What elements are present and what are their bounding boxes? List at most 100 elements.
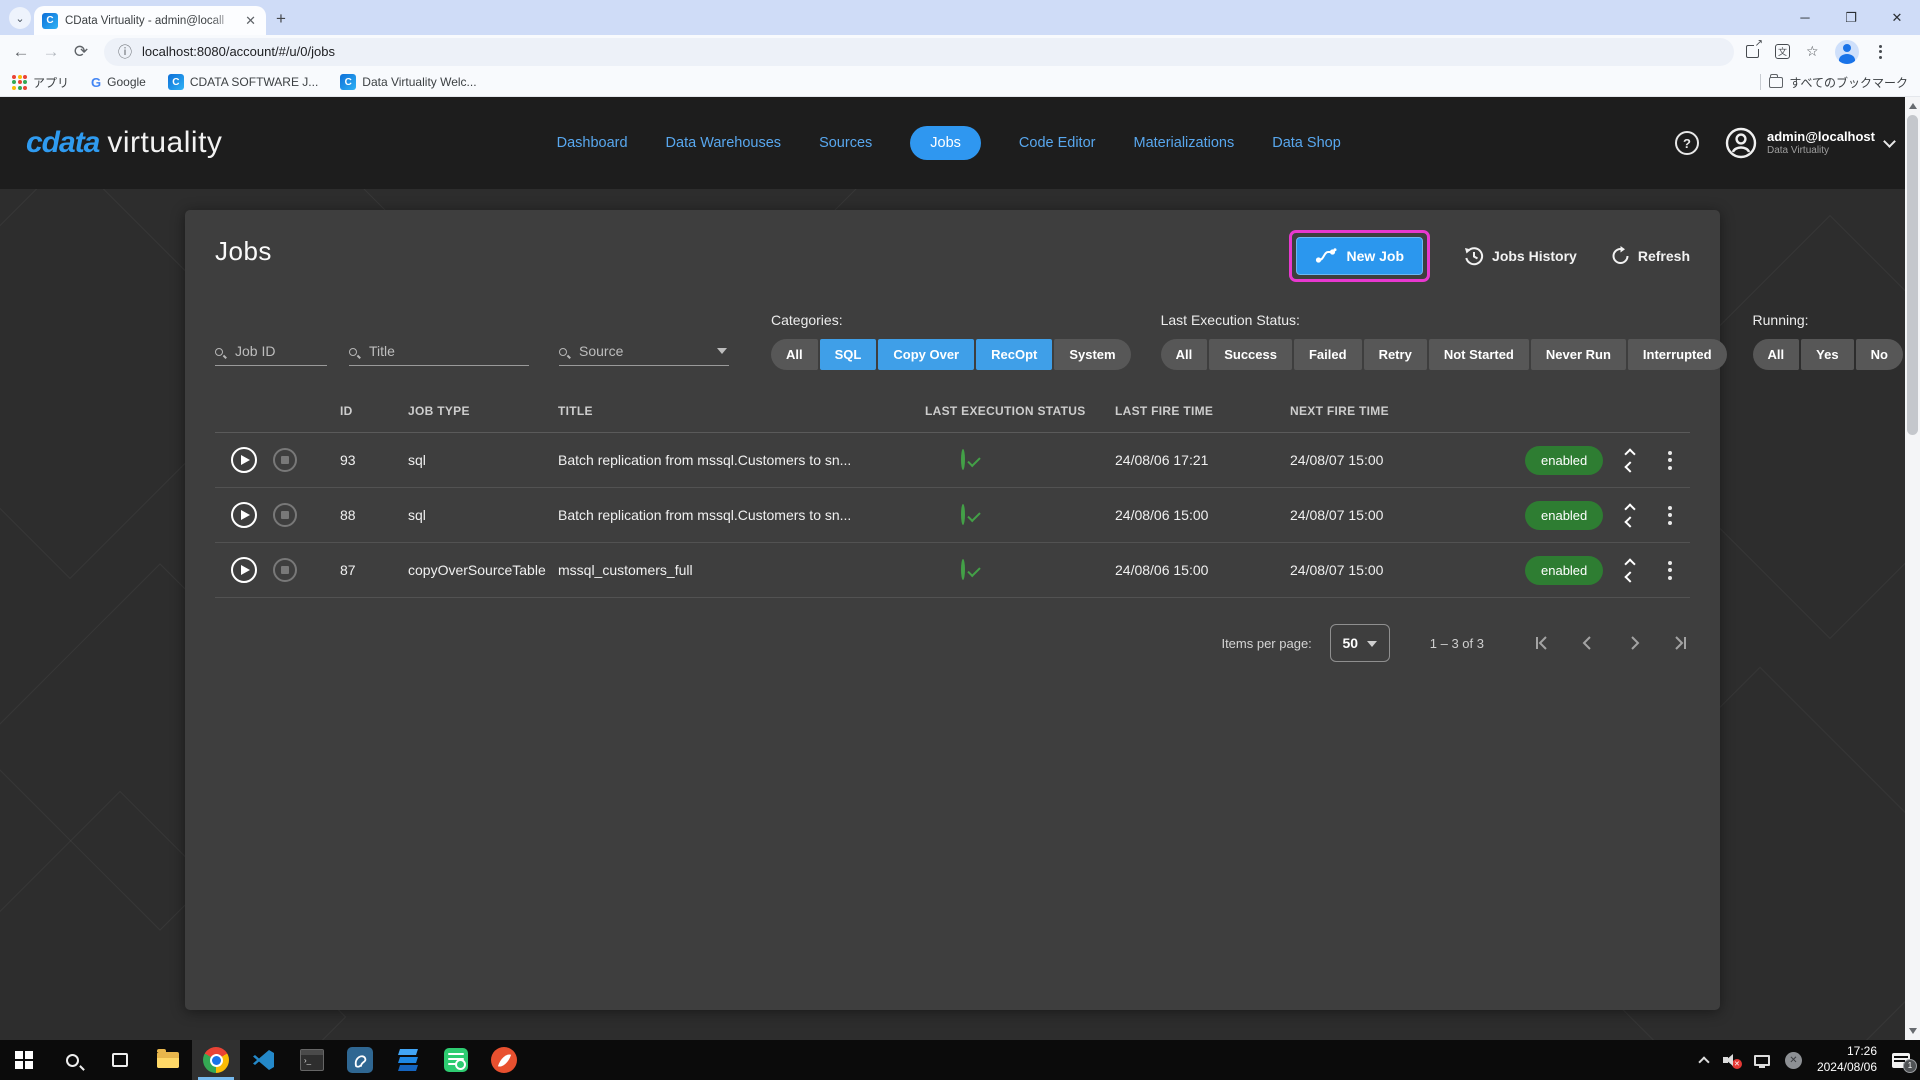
browser-tab[interactable]: C CData Virtuality - admin@locall ✕ [34, 6, 266, 35]
bookmark-data-virtuality[interactable]: C Data Virtuality Welc... [340, 74, 476, 90]
source-filter[interactable]: Source [559, 339, 729, 366]
postgres-taskbar-button[interactable] [336, 1040, 384, 1080]
window-close-button[interactable]: ✕ [1874, 0, 1920, 35]
back-button[interactable]: ← [6, 42, 36, 62]
task-view-button[interactable] [96, 1040, 144, 1080]
new-tab-button[interactable]: + [276, 9, 286, 29]
status-chip-never-run[interactable]: Never Run [1531, 339, 1626, 370]
window-maximize-button[interactable]: ❐ [1828, 0, 1874, 35]
help-icon[interactable]: ? [1675, 131, 1699, 155]
row-menu-icon[interactable] [1650, 506, 1690, 525]
nav-data-warehouses[interactable]: Data Warehouses [666, 135, 782, 151]
nav-sources[interactable]: Sources [819, 135, 872, 151]
chrome-taskbar-button[interactable] [192, 1040, 240, 1080]
category-chip-recopt[interactable]: RecOpt [976, 339, 1052, 370]
vscode-taskbar-button[interactable] [240, 1040, 288, 1080]
items-per-page-label: Items per page: [1221, 636, 1311, 651]
run-job-button[interactable] [231, 447, 257, 473]
expand-row-control[interactable] [1610, 560, 1650, 581]
postgres-icon [347, 1047, 373, 1073]
network-icon[interactable] [1754, 1055, 1770, 1066]
stop-job-button[interactable] [273, 503, 297, 527]
terminal-taskbar-button[interactable] [288, 1040, 336, 1080]
vscode-icon [252, 1048, 276, 1072]
hidden-icons-chevron[interactable] [1698, 1056, 1709, 1067]
browser-menu-icon[interactable] [1875, 45, 1886, 59]
running-chip-no[interactable]: No [1856, 339, 1903, 370]
expand-row-control[interactable] [1610, 450, 1650, 471]
site-info-icon[interactable]: ⓘ [118, 42, 132, 62]
title-input[interactable] [349, 339, 529, 366]
jobs-history-button[interactable]: Jobs History [1464, 246, 1577, 266]
reload-button[interactable]: ⟳ [66, 42, 96, 62]
forward-button[interactable]: → [36, 42, 66, 62]
tab-search-button[interactable]: ⌄ [9, 7, 31, 29]
enabled-badge[interactable]: enabled [1525, 501, 1603, 530]
scroll-down-icon[interactable] [1909, 1028, 1917, 1034]
run-job-button[interactable] [231, 502, 257, 528]
status-x-icon[interactable]: ✕ [1785, 1052, 1802, 1069]
scrollbar-thumb[interactable] [1907, 115, 1918, 435]
expand-row-control[interactable] [1610, 505, 1650, 526]
window-minimize-button[interactable]: ─ [1782, 0, 1828, 35]
stop-job-button[interactable] [273, 448, 297, 472]
status-chip-retry[interactable]: Retry [1364, 339, 1427, 370]
taskbar-search-button[interactable] [48, 1040, 96, 1080]
category-chip-copy-over[interactable]: Copy Over [878, 339, 974, 370]
job-id-input[interactable] [215, 339, 327, 366]
category-chip-all[interactable]: All [771, 339, 818, 370]
new-job-button[interactable]: New Job [1296, 237, 1423, 275]
enabled-badge[interactable]: enabled [1525, 446, 1603, 475]
status-chip-all[interactable]: All [1161, 339, 1208, 370]
bookmark-apps[interactable]: アプリ [12, 74, 69, 91]
first-page-button[interactable] [1532, 633, 1552, 653]
translate-icon[interactable]: 文 [1775, 44, 1790, 59]
layers-app-taskbar-button[interactable] [384, 1040, 432, 1080]
system-tray: ✕ ✕ 17:26 2024/08/06 1 [1700, 1040, 1920, 1080]
muted-speaker-icon[interactable]: ✕ [1723, 1053, 1739, 1067]
next-page-button[interactable] [1624, 633, 1644, 653]
scroll-up-icon[interactable] [1909, 103, 1917, 109]
address-bar[interactable]: ⓘ localhost:8080/account/#/u/0/jobs [104, 38, 1734, 66]
bookmark-cdata-software[interactable]: C CDATA SOFTWARE J... [168, 74, 318, 90]
job-id-filter[interactable] [215, 339, 327, 366]
nav-materializations[interactable]: Materializations [1133, 135, 1234, 151]
status-chip-interrupted[interactable]: Interrupted [1628, 339, 1727, 370]
nav-dashboard[interactable]: Dashboard [557, 135, 628, 151]
enabled-badge[interactable]: enabled [1525, 556, 1603, 585]
nav-jobs[interactable]: Jobs [910, 126, 981, 160]
row-menu-icon[interactable] [1650, 561, 1690, 580]
category-chip-system[interactable]: System [1054, 339, 1130, 370]
page-scrollbar[interactable] [1905, 97, 1920, 1040]
taskbar-clock[interactable]: 17:26 2024/08/06 [1817, 1044, 1877, 1075]
status-chip-failed[interactable]: Failed [1294, 339, 1362, 370]
bookmark-google[interactable]: G Google [91, 75, 146, 90]
log-viewer-taskbar-button[interactable] [432, 1040, 480, 1080]
running-chip-all[interactable]: All [1753, 339, 1800, 370]
bookmark-star-icon[interactable]: ☆ [1806, 43, 1819, 60]
file-explorer-button[interactable] [144, 1040, 192, 1080]
row-menu-icon[interactable] [1650, 451, 1690, 470]
title-filter[interactable] [349, 339, 529, 366]
refresh-button[interactable]: Refresh [1611, 246, 1690, 266]
category-chip-sql[interactable]: SQL [820, 339, 877, 370]
status-chip-success[interactable]: Success [1209, 339, 1292, 370]
run-job-button[interactable] [231, 557, 257, 583]
last-page-button[interactable] [1670, 633, 1690, 653]
running-chip-yes[interactable]: Yes [1801, 339, 1853, 370]
all-bookmarks-button[interactable]: すべてのブックマーク [1769, 74, 1908, 91]
nav-data-shop[interactable]: Data Shop [1272, 135, 1341, 151]
items-per-page-select[interactable]: 50 [1330, 624, 1390, 662]
bookmark-label: Google [107, 75, 146, 89]
nav-code-editor[interactable]: Code Editor [1019, 135, 1096, 151]
previous-page-button[interactable] [1578, 633, 1598, 653]
user-menu[interactable]: admin@localhost Data Virtuality [1725, 127, 1894, 159]
share-icon[interactable] [1746, 45, 1759, 58]
stop-job-button[interactable] [273, 558, 297, 582]
start-button[interactable] [0, 1040, 48, 1080]
tab-close-icon[interactable]: ✕ [243, 13, 258, 29]
feather-app-taskbar-button[interactable] [480, 1040, 528, 1080]
status-chip-not-started[interactable]: Not Started [1429, 339, 1529, 370]
browser-profile-avatar[interactable] [1835, 40, 1859, 64]
notification-center-icon[interactable]: 1 [1892, 1053, 1910, 1068]
